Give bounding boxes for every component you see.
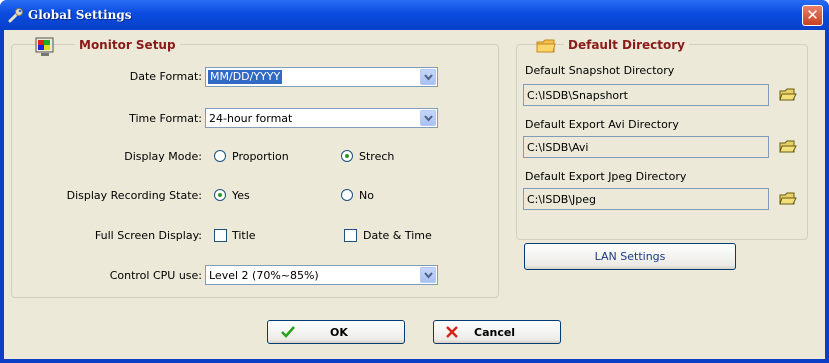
display-mode-proportion-label: Proportion [232,150,289,163]
date-format-label: Date Format: [129,70,202,83]
avi-directory-label: Default Export Avi Directory [525,118,679,131]
folder-icon [536,39,556,53]
full-screen-title-checkbox[interactable] [214,229,227,242]
jpeg-directory-value: C:\ISDB\Jpeg [527,193,597,206]
browse-folder-icon[interactable] [779,192,797,206]
recording-state-no-label: No [359,189,374,202]
close-button[interactable]: ✕ [802,5,823,26]
full-screen-datetime-label: Date & Time [363,229,432,242]
recording-state-yes-radio[interactable] [214,189,226,201]
dialog-body: Monitor Setup Date Format: MM/DD/YYYY Ti… [4,30,825,359]
dialog-window: Global Settings ✕ Monitor Setup Date For… [0,0,829,363]
window-title: Global Settings [28,8,132,22]
close-icon: ✕ [806,6,819,24]
control-cpu-value: Level 2 (70%~85%) [209,269,319,282]
cancel-button[interactable]: Cancel [433,320,561,344]
display-mode-strech-radio[interactable] [341,150,353,162]
ok-button[interactable]: OK [267,320,405,344]
snapshot-directory-value: C:\ISDB\Snapshort [527,89,628,102]
time-format-dropdown-button[interactable] [420,110,436,126]
x-mark-icon [446,326,458,338]
ok-label: OK [330,326,348,339]
date-format-select[interactable]: MM/DD/YYYY [205,67,438,87]
avi-directory-field[interactable]: C:\ISDB\Avi [523,136,769,158]
full-screen-title-label: Title [232,229,256,242]
chevron-down-icon [424,74,433,81]
default-directory-title: Default Directory [564,38,689,52]
chevron-down-icon [424,115,433,122]
control-cpu-label: Control CPU use: [109,269,202,282]
display-recording-state-label: Display Recording State: [66,189,202,202]
browse-folder-icon[interactable] [779,140,797,154]
lan-settings-button[interactable]: LAN Settings [524,243,736,270]
display-mode-label: Display Mode: [124,150,202,163]
wrench-icon [8,8,23,23]
date-format-value: MM/DD/YYYY [208,70,283,84]
time-format-select[interactable]: 24-hour format [205,108,438,128]
jpeg-directory-field[interactable]: C:\ISDB\Jpeg [523,188,769,210]
snapshot-directory-label: Default Snapshot Directory [525,64,675,77]
avi-directory-value: C:\ISDB\Avi [527,141,589,154]
title-bar[interactable]: Global Settings ✕ [0,0,829,30]
monitor-icon [35,37,54,56]
lan-settings-label: LAN Settings [594,250,666,263]
display-mode-strech-label: Strech [359,150,395,163]
date-format-dropdown-button[interactable] [420,69,436,85]
browse-folder-icon[interactable] [779,88,797,102]
checkmark-icon [281,326,295,338]
cancel-label: Cancel [474,326,516,339]
time-format-label: Time Format: [129,112,202,125]
full-screen-datetime-checkbox[interactable] [344,229,357,242]
time-format-value: 24-hour format [209,112,293,125]
full-screen-display-label: Full Screen Display: [94,229,202,242]
control-cpu-select[interactable]: Level 2 (70%~85%) [205,265,438,285]
recording-state-no-radio[interactable] [341,189,353,201]
snapshot-directory-field[interactable]: C:\ISDB\Snapshort [523,84,769,106]
display-mode-proportion-radio[interactable] [214,150,226,162]
recording-state-yes-label: Yes [232,189,250,202]
jpeg-directory-label: Default Export Jpeg Directory [525,170,687,183]
chevron-down-icon [424,272,433,279]
control-cpu-dropdown-button[interactable] [420,267,436,283]
monitor-setup-title: Monitor Setup [75,38,180,52]
